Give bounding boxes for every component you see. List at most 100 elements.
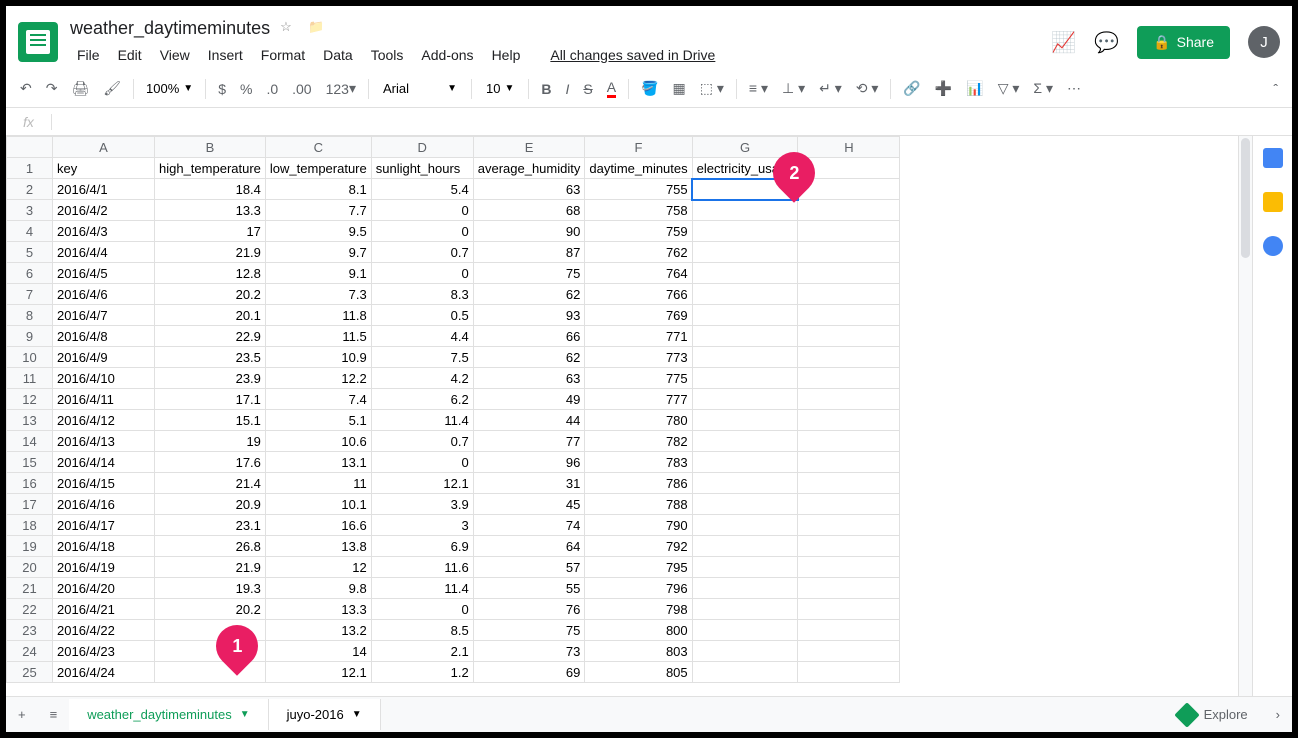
column-header[interactable]: C [265, 137, 371, 158]
menu-format[interactable]: Format [254, 43, 312, 67]
column-header[interactable]: F [585, 137, 692, 158]
cell[interactable]: 2016/4/11 [53, 389, 155, 410]
cell[interactable]: 74 [473, 515, 585, 536]
row-header[interactable]: 1 [7, 158, 53, 179]
cell[interactable]: 23.9 [155, 368, 266, 389]
cell[interactable] [692, 221, 798, 242]
cell[interactable]: 87 [473, 242, 585, 263]
cell[interactable]: 5.1 [265, 410, 371, 431]
cell[interactable] [798, 389, 900, 410]
cell[interactable]: 55 [473, 578, 585, 599]
font-select[interactable]: Arial▼ [375, 79, 465, 98]
cell[interactable]: 16.6 [265, 515, 371, 536]
cell[interactable]: 62 [473, 284, 585, 305]
row-header[interactable]: 17 [7, 494, 53, 515]
cell[interactable]: 0 [371, 221, 473, 242]
column-header[interactable]: A [53, 137, 155, 158]
cell[interactable]: 31 [473, 473, 585, 494]
cell[interactable]: 783 [585, 452, 692, 473]
row-header[interactable]: 8 [7, 305, 53, 326]
cell[interactable]: 64 [473, 536, 585, 557]
cell[interactable]: 755 [585, 179, 692, 200]
cell[interactable]: 764 [585, 263, 692, 284]
cell[interactable]: 771 [585, 326, 692, 347]
cell[interactable] [798, 494, 900, 515]
cell[interactable] [692, 326, 798, 347]
cell[interactable] [692, 431, 798, 452]
cell[interactable]: 21.9 [155, 242, 266, 263]
cell[interactable] [798, 662, 900, 683]
cell[interactable]: 803 [585, 641, 692, 662]
cell[interactable]: 2016/4/20 [53, 578, 155, 599]
cell[interactable]: 2016/4/16 [53, 494, 155, 515]
row-header[interactable]: 21 [7, 578, 53, 599]
menu-edit[interactable]: Edit [111, 43, 149, 67]
cell[interactable] [798, 305, 900, 326]
percent-button[interactable]: % [234, 77, 258, 101]
cell[interactable]: 13.3 [265, 599, 371, 620]
cell[interactable] [692, 389, 798, 410]
cell[interactable]: 7.5 [371, 347, 473, 368]
cell[interactable] [692, 641, 798, 662]
cell[interactable]: 7.7 [265, 200, 371, 221]
functions-button[interactable]: Σ ▾ [1027, 76, 1059, 101]
cell[interactable]: 9.8 [265, 578, 371, 599]
cell[interactable]: 777 [585, 389, 692, 410]
cell[interactable]: 10.9 [265, 347, 371, 368]
cell[interactable] [798, 473, 900, 494]
cell[interactable]: 2016/4/4 [53, 242, 155, 263]
cell[interactable]: 12 [265, 557, 371, 578]
cell[interactable]: 2016/4/10 [53, 368, 155, 389]
cell[interactable]: 66 [473, 326, 585, 347]
row-header[interactable]: 6 [7, 263, 53, 284]
cell[interactable]: 45 [473, 494, 585, 515]
row-header[interactable]: 20 [7, 557, 53, 578]
strikethrough-button[interactable]: S [577, 77, 598, 101]
menu-tools[interactable]: Tools [364, 43, 411, 67]
font-size-select[interactable]: 10▼ [478, 79, 522, 98]
more-button[interactable]: ⋯ [1061, 76, 1087, 101]
chevron-down-icon[interactable]: ▼ [352, 709, 362, 720]
cell[interactable] [798, 242, 900, 263]
select-all-corner[interactable] [7, 137, 53, 158]
zoom-select[interactable]: 100%▼ [140, 79, 199, 98]
cell[interactable]: 2016/4/6 [53, 284, 155, 305]
column-header[interactable]: D [371, 137, 473, 158]
cell[interactable]: 4.4 [371, 326, 473, 347]
cell[interactable]: 0 [371, 452, 473, 473]
cell[interactable]: 6.2 [371, 389, 473, 410]
vertical-scrollbar[interactable] [1238, 136, 1252, 696]
currency-button[interactable]: $ [212, 77, 232, 101]
cell[interactable]: 2016/4/1 [53, 179, 155, 200]
cell[interactable]: 10.6 [265, 431, 371, 452]
cell[interactable] [692, 263, 798, 284]
cell[interactable]: 2016/4/14 [53, 452, 155, 473]
cell[interactable]: 792 [585, 536, 692, 557]
cell[interactable]: 0.7 [371, 431, 473, 452]
cell[interactable]: 769 [585, 305, 692, 326]
cell[interactable] [798, 557, 900, 578]
cell[interactable]: 759 [585, 221, 692, 242]
cell[interactable]: 12.8 [155, 263, 266, 284]
cell[interactable]: 19.3 [155, 578, 266, 599]
cell[interactable]: 2016/4/24 [53, 662, 155, 683]
cell[interactable]: 8.3 [371, 284, 473, 305]
cell[interactable] [798, 536, 900, 557]
formula-input[interactable] [52, 114, 1292, 129]
menu-insert[interactable]: Insert [201, 43, 250, 67]
keep-icon[interactable] [1263, 192, 1283, 212]
trend-icon[interactable]: 📈 [1051, 30, 1076, 55]
cell[interactable]: 93 [473, 305, 585, 326]
cell[interactable] [692, 599, 798, 620]
add-sheet-button[interactable]: + [6, 699, 38, 730]
cell[interactable] [798, 515, 900, 536]
cell[interactable] [692, 620, 798, 641]
cell[interactable]: 9.1 [265, 263, 371, 284]
cell[interactable]: 69 [473, 662, 585, 683]
cell[interactable]: 18.4 [155, 179, 266, 200]
cell[interactable]: 766 [585, 284, 692, 305]
row-header[interactable]: 23 [7, 620, 53, 641]
cell[interactable]: 13.2 [265, 620, 371, 641]
cell[interactable]: 786 [585, 473, 692, 494]
row-header[interactable]: 4 [7, 221, 53, 242]
